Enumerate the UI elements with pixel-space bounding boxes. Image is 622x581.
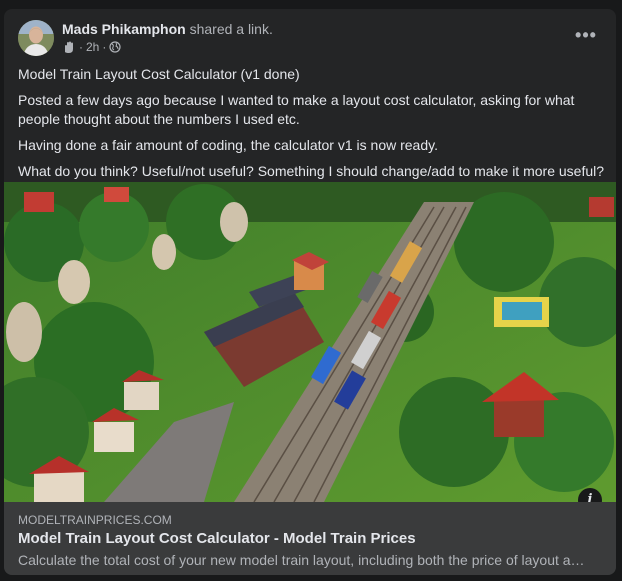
waving-hand-icon — [62, 40, 76, 54]
post-meta: · 2h · — [62, 40, 121, 54]
meta-separator: · — [102, 40, 107, 54]
globe-icon[interactable] — [109, 41, 121, 53]
post-body: Model Train Layout Cost Calculator (v1 d… — [18, 65, 608, 188]
author-line: Mads Phikamphon shared a link. — [62, 21, 273, 37]
post-time[interactable]: 2h — [86, 40, 99, 54]
author-name[interactable]: Mads Phikamphon — [62, 21, 186, 37]
post-paragraph: Having done a fair amount of coding, the… — [18, 137, 438, 153]
post-paragraph: What do you think? Useful/not useful? So… — [18, 163, 605, 179]
link-title[interactable]: Model Train Layout Cost Calculator - Mod… — [18, 530, 416, 547]
feed-post: Mads Phikamphon shared a link. · 2h · ••… — [4, 9, 616, 575]
link-preview-image[interactable]: i — [4, 182, 616, 502]
meta-separator: · — [79, 40, 83, 54]
link-domain: MODELTRAINPRICES.COM — [18, 513, 172, 527]
author-avatar[interactable] — [18, 20, 54, 56]
post-paragraph: Posted a few days ago because I wanted t… — [18, 92, 575, 127]
more-options-button[interactable]: ••• — [568, 23, 604, 47]
post-action-text: shared a link. — [189, 21, 273, 37]
post-paragraph: Model Train Layout Cost Calculator (v1 d… — [18, 66, 300, 82]
post-header: Mads Phikamphon shared a link. · 2h · ••… — [4, 9, 616, 59]
link-preview-card[interactable]: MODELTRAINPRICES.COM Model Train Layout … — [4, 502, 616, 575]
link-description: Calculate the total cost of your new mod… — [18, 552, 590, 568]
